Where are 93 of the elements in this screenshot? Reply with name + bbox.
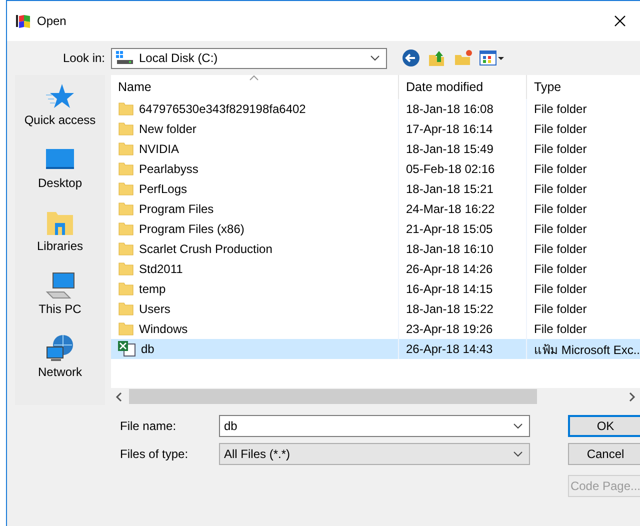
- date-cell: 26-Apr-18 14:43: [399, 339, 527, 359]
- file-row[interactable]: temp 16-Apr-18 14:15 File folder: [111, 279, 640, 299]
- file-name: New folder: [139, 122, 196, 136]
- folder-icon: [118, 122, 134, 136]
- date-cell: 24-Mar-18 16:22: [399, 199, 527, 219]
- chevron-icon: [370, 55, 380, 61]
- type-cell-text: File folder: [533, 201, 588, 218]
- date-cell: 26-Apr-18 14:26: [399, 259, 527, 279]
- file-type-label: Files of type:: [120, 447, 190, 461]
- type-cell-text: File folder: [533, 141, 588, 158]
- file-name: Program Files (x86): [139, 222, 244, 236]
- chevron-icon: [513, 451, 523, 457]
- folder-icon: [118, 142, 134, 156]
- folder-icon: [118, 162, 134, 176]
- file-name: Program Files: [139, 202, 214, 216]
- folder-icon: [118, 182, 134, 196]
- date-cell: 18-Jan-18 15:22: [399, 299, 527, 319]
- date-cell: 18-Jan-18 16:10: [399, 239, 527, 259]
- folder-icon: [118, 222, 134, 236]
- file-row[interactable]: 647976530e343f829198fa6402 18-Jan-18 16:08 File folder: [111, 99, 640, 119]
- type-cell-text: File folder: [533, 261, 588, 278]
- type-cell-text: File folder: [533, 101, 588, 118]
- column-header[interactable]: Date modified: [399, 75, 527, 99]
- file-row[interactable]: Pearlabyss 05-Feb-18 02:16 File folder: [111, 159, 640, 179]
- back-icon[interactable]: [401, 48, 421, 68]
- look-in-label: Look in:: [62, 51, 106, 65]
- dialog-button[interactable]: OK: [568, 415, 640, 437]
- file-name: Windows: [139, 322, 188, 336]
- file-name: Pearlabyss: [139, 162, 198, 176]
- scrollbar-thumb[interactable]: [129, 389, 537, 404]
- file-row[interactable]: Program Files (x86) 21-Apr-18 15:05 File folder: [111, 219, 640, 239]
- type-cell-text: File folder: [533, 121, 588, 138]
- file-name: Users: [139, 302, 170, 316]
- type-cell-text: File folder: [533, 161, 588, 178]
- file-row[interactable]: Users 18-Jan-18 15:22 File folder: [111, 299, 640, 319]
- file-name-label: File name:: [120, 419, 178, 433]
- flag-icon: [15, 13, 31, 29]
- file-row[interactable]: Scarlet Crush Production 18-Jan-18 16:10 File folder: [111, 239, 640, 259]
- window-title: Open: [37, 14, 68, 28]
- date-cell: 17-Apr-18 16:14: [399, 119, 527, 139]
- folder-icon: [118, 242, 134, 256]
- file-name: db: [141, 342, 154, 356]
- place-item[interactable]: Desktop: [38, 144, 82, 201]
- file-row[interactable]: NVIDIA 18-Jan-18 15:49 File folder: [111, 139, 640, 159]
- column-header[interactable]: Name: [111, 75, 399, 99]
- file-row[interactable]: New folder 17-Apr-18 16:14 File folder: [111, 119, 640, 139]
- type-cell-text: File folder: [533, 321, 588, 338]
- file-name: PerfLogs: [139, 182, 188, 196]
- scroll-left-icon[interactable]: [115, 392, 123, 402]
- place-item[interactable]: Libraries: [36, 207, 84, 264]
- file-name: temp: [139, 282, 166, 296]
- file-row[interactable]: Std2011 26-Apr-18 14:26 File folder: [111, 259, 640, 279]
- file-name: NVIDIA: [139, 142, 180, 156]
- look-in-dropdown[interactable]: Local Disk (C:): [111, 48, 387, 68]
- type-cell-text: แฟ้ม Microsoft Exc...: [533, 342, 640, 358]
- type-cell-text: File folder: [533, 241, 588, 258]
- type-cell-text: File folder: [533, 281, 588, 298]
- type-cell-text: File folder: [533, 301, 588, 318]
- date-cell: 16-Apr-18 14:15: [399, 279, 527, 299]
- date-cell: 21-Apr-18 15:05: [399, 219, 527, 239]
- new-folder-icon[interactable]: [453, 48, 473, 68]
- drive-icon: [116, 51, 134, 65]
- folder-icon: [118, 262, 134, 276]
- sort-icon: [249, 75, 259, 81]
- column-header[interactable]: Type: [527, 75, 640, 99]
- file-row[interactable]: PerfLogs 18-Jan-18 15:21 File folder: [111, 179, 640, 199]
- file-type-dropdown[interactable]: All Files (*.*): [219, 443, 530, 465]
- file-name: Std2011: [139, 262, 183, 276]
- folder-icon: [118, 302, 134, 316]
- folder-icon: [118, 202, 134, 216]
- place-item[interactable]: Network: [38, 333, 82, 390]
- close-icon: [614, 15, 626, 27]
- file-name: 647976530e343f829198fa6402: [139, 102, 306, 116]
- chevron-icon: [513, 423, 523, 429]
- date-cell: 05-Feb-18 02:16: [399, 159, 527, 179]
- dialog-button[interactable]: Cancel: [568, 443, 640, 465]
- folder-icon: [118, 282, 134, 296]
- type-cell-text: File folder: [533, 181, 588, 198]
- file-row[interactable]: db 26-Apr-18 14:43 แฟ้ม Microsoft Exc...: [111, 339, 640, 359]
- type-cell-text: File folder: [533, 221, 588, 238]
- date-cell: 18-Jan-18 15:21: [399, 179, 527, 199]
- spreadsheet-icon: [118, 341, 136, 357]
- view-menu-icon[interactable]: [479, 48, 505, 68]
- scroll-right-icon[interactable]: [628, 392, 636, 402]
- place-item[interactable]: Quick access: [24, 81, 96, 138]
- folder-icon: [118, 102, 134, 116]
- date-cell: 18-Jan-18 15:49: [399, 139, 527, 159]
- place-item[interactable]: This PC: [38, 270, 82, 327]
- date-cell: 18-Jan-18 16:08: [399, 99, 527, 119]
- folder-icon: [118, 322, 134, 336]
- file-name: Scarlet Crush Production: [139, 242, 272, 256]
- file-row[interactable]: Program Files 24-Mar-18 16:22 File folder: [111, 199, 640, 219]
- file-name-field[interactable]: db: [219, 415, 530, 437]
